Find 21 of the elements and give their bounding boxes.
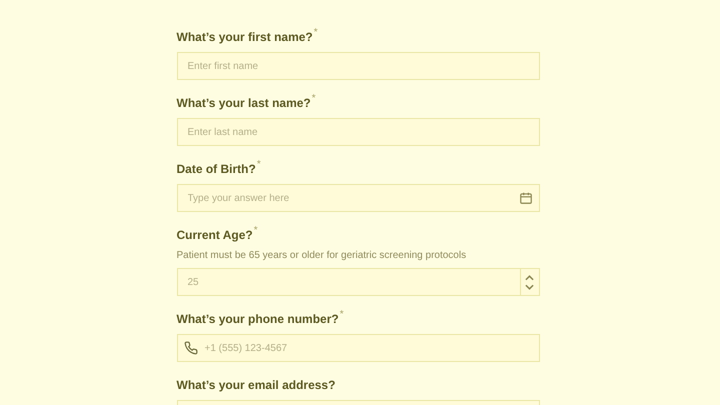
required-mark: * [312, 94, 316, 104]
required-mark: * [314, 28, 318, 38]
field-label: What’s your phone number? [176, 311, 339, 328]
field-label: What’s your email address? [176, 377, 336, 394]
field-label: Current Age? [176, 227, 253, 244]
field-label: What’s your last name? [176, 95, 311, 112]
help-text: Patient must be 65 years or older for geriatric screening protocols [176, 249, 468, 262]
phone-field[interactable]: +1 (555) 123-4567 [176, 334, 540, 362]
chevron-up-icon[interactable] [525, 274, 534, 280]
date-field[interactable]: Type your answer here [176, 184, 540, 212]
field-label: What’s your first name? [176, 29, 313, 46]
text-field[interactable]: Enter last name [176, 118, 540, 146]
required-mark: * [340, 310, 344, 320]
number-field[interactable]: 25 [176, 268, 540, 296]
field-label: Date of Birth? [176, 161, 256, 178]
chevron-down-icon[interactable] [525, 284, 534, 290]
calendar-icon[interactable] [518, 191, 532, 205]
phone-icon [184, 341, 198, 355]
required-mark: * [254, 226, 258, 236]
required-mark: * [256, 160, 261, 170]
text-field[interactable]: Enter first name [176, 52, 540, 80]
